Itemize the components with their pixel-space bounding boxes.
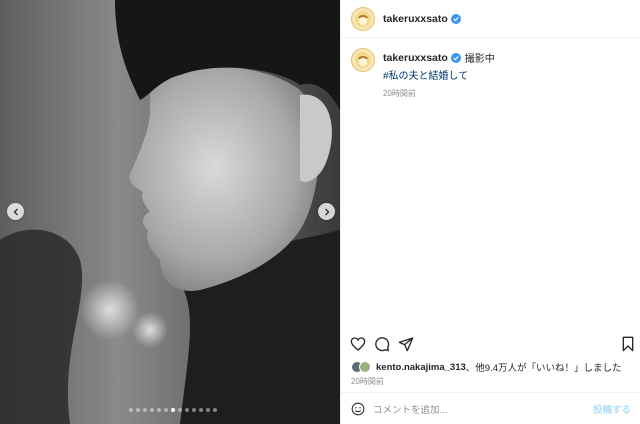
carousel-dot [143,408,147,412]
carousel-dot [129,408,133,412]
bookmark-button[interactable] [619,335,637,353]
avatar[interactable] [351,6,375,31]
carousel-prev-button[interactable] [7,203,24,220]
caption-text: 撮影中 [464,54,495,65]
bookmark-icon [622,336,634,352]
caption-time: 20時間前 [383,89,416,98]
share-button[interactable] [397,335,415,353]
carousel-dots [129,408,217,412]
carousel-dot [213,408,217,412]
instagram-post: takeruxxsato takeruxxsato 撮影中 #私の夫と結婚して … [0,0,640,424]
liker-avatars [351,361,373,373]
liker-username[interactable]: kento.nakajima_313 [376,362,466,373]
post-comment-button[interactable]: 投稿する [593,402,631,416]
post-caption: takeruxxsato 撮影中 #私の夫と結婚して 20時間前 [351,48,495,99]
post-timestamp: 20時間前 [351,377,384,386]
carousel-next-button[interactable] [318,203,335,220]
carousel-next-icon [324,208,329,215]
carousel-dot [206,408,210,412]
carousel-dot [192,408,196,412]
carousel-dot [171,408,175,412]
carousel-dot [164,408,168,412]
caption-hashtag[interactable]: #私の夫と結婚して [383,67,495,82]
post-header: takeruxxsato [341,0,640,38]
header-username[interactable]: takeruxxsato [383,13,448,25]
likes-summary: kento.nakajima_313 、他9.4万人が「いいね！」しました [351,360,622,374]
like-button[interactable] [349,335,367,353]
carousel-dot [185,408,189,412]
post-photo [0,0,340,424]
caption-username[interactable]: takeruxxsato [383,52,448,64]
share-icon [398,337,414,352]
carousel-dot [157,408,161,412]
comment-input[interactable]: コメントを追加... [373,402,593,416]
post-actions [349,335,637,355]
heart-icon [350,337,366,351]
carousel-dot [178,408,182,412]
avatar-image-icon [355,10,371,27]
likes-text[interactable]: 、他9.4万人が「いいね！」しました [466,360,622,374]
caption-avatar[interactable] [351,48,375,72]
emoji-icon[interactable] [351,402,365,416]
liker-avatar [359,361,371,373]
comment-icon [375,337,390,352]
comment-bar: コメントを追加... 投稿する [341,392,640,424]
post-side-panel: takeruxxsato takeruxxsato 撮影中 #私の夫と結婚して … [340,0,640,424]
carousel-dot [199,408,203,412]
verified-badge-icon [450,52,461,63]
carousel-dot [150,408,154,412]
post-media[interactable] [0,0,340,424]
carousel-prev-icon [13,208,18,215]
carousel-dot [136,408,140,412]
comment-button[interactable] [373,335,391,353]
avatar-image-icon [355,52,371,68]
verified-badge-icon [450,13,461,24]
